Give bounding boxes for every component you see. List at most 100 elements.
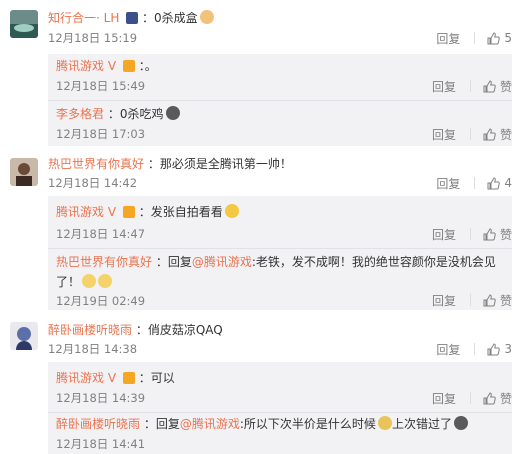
thumbs-up-icon: [487, 31, 501, 44]
like-count: 3: [504, 342, 512, 356]
vip-badge-icon: [122, 372, 135, 384]
reply-text: 。: [144, 59, 157, 73]
comment-author[interactable]: 热巴世界有你真好: [48, 157, 144, 171]
reply-time: 12月18日 17:03: [56, 127, 146, 141]
comment-text: 俏皮菇凉QAQ: [147, 323, 223, 337]
reply-author[interactable]: 腾讯游戏: [56, 371, 104, 385]
emoji-icon: [82, 274, 97, 288]
divider: [48, 412, 512, 413]
divider: [469, 80, 471, 92]
verified-v-icon: V: [107, 59, 117, 73]
divider: [48, 100, 512, 101]
comment-time: 12月18日 15:19: [48, 31, 138, 45]
like-button[interactable]: 3: [487, 342, 512, 356]
thumbs-up-icon: [483, 79, 496, 92]
comment-text: 0杀成盒: [154, 11, 198, 25]
reply-text-continued: 上次错过了: [391, 417, 452, 431]
divider: [469, 228, 471, 240]
thumbs-up-icon: [483, 293, 496, 306]
reply-prefix: 回复: [155, 417, 180, 431]
reply-author[interactable]: 醉卧画楼听晓雨: [56, 417, 140, 431]
emoji-icon: [199, 10, 214, 24]
reply-author[interactable]: 李多格君: [56, 107, 104, 121]
member-badge-icon: [126, 12, 139, 24]
avatar[interactable]: [10, 322, 38, 350]
comment-3: 醉卧画楼听晓雨 ：俏皮菇凉QAQ 12月18日 14:38 回复 3 腾讯游戏 …: [0, 318, 520, 454]
thumbs-up-icon: [487, 342, 501, 355]
like-count: 5: [504, 31, 512, 45]
mention-link[interactable]: @腾讯游戏: [180, 417, 240, 431]
reply-list: 腾讯游戏 V ：。 12月18日 15:49 回复 赞 李多格君 ：0杀吃鸡 1…: [48, 54, 512, 146]
colon: ：: [107, 107, 120, 121]
emoji-icon: [224, 204, 239, 218]
reply-time: 12月18日 15:49: [56, 79, 146, 93]
like-button[interactable]: 5: [487, 31, 512, 45]
like-button[interactable]: 赞: [483, 292, 512, 309]
reply-text: 0杀吃鸡: [119, 107, 164, 121]
like-button[interactable]: 赞: [483, 226, 512, 243]
comment-1: 知行合一· LH ：0杀成盒 12月18日 15:19 回复 5 腾讯游戏 V …: [0, 0, 520, 146]
reply-text: 发张自拍看看: [150, 205, 223, 219]
reply-list: 腾讯游戏 V ：发张自拍看看 12月18日 14:47 回复 赞 热巴世界有你真…: [48, 196, 512, 310]
vip-badge-icon: [122, 206, 135, 218]
colon: ：: [142, 11, 155, 25]
like-button[interactable]: 赞: [483, 78, 512, 95]
emoji-icon: [377, 416, 392, 430]
reply-text: :所以下次半价是什么时候: [239, 417, 376, 431]
like-button[interactable]: 赞: [483, 390, 512, 407]
emoji-icon: [165, 106, 180, 120]
reply-text-continued: 了！: [56, 275, 81, 289]
comment-author[interactable]: 知行合一· LH: [48, 11, 119, 25]
vip-badge-icon: [122, 60, 135, 72]
reply-button[interactable]: 回复: [436, 341, 460, 358]
reply-button[interactable]: 回复: [436, 30, 460, 47]
reply-time: 12月19日 02:49: [56, 294, 146, 308]
thumbs-up-icon: [487, 176, 501, 189]
reply-button[interactable]: 回复: [432, 292, 456, 309]
colon: ：: [138, 371, 151, 385]
avatar[interactable]: [10, 10, 38, 38]
reply-time: 12月18日 14:41: [56, 437, 146, 451]
reply-author[interactable]: 腾讯游戏: [56, 59, 104, 73]
reply-prefix: 回复: [167, 255, 192, 269]
reply-button[interactable]: 回复: [432, 226, 456, 243]
divider: [474, 343, 476, 355]
reply-author[interactable]: 热巴世界有你真好: [56, 255, 152, 269]
avatar[interactable]: [10, 158, 38, 186]
thumbs-up-icon: [483, 391, 496, 404]
divider: [474, 32, 476, 44]
thumbs-up-icon: [483, 227, 496, 240]
reply-text: :老铁，发不成啊！我的绝世容颜你是没机会见: [251, 255, 496, 269]
comment-time: 12月18日 14:42: [48, 176, 138, 190]
colon: ：: [143, 417, 156, 431]
reply-button[interactable]: 回复: [436, 175, 460, 192]
divider: [469, 294, 471, 306]
like-button[interactable]: 4: [487, 176, 512, 190]
thumbs-up-icon: [483, 127, 496, 140]
colon: ：: [147, 157, 160, 171]
like-label: 赞: [499, 391, 512, 406]
colon: ：: [135, 323, 148, 337]
colon: ：: [138, 205, 151, 219]
mention-link[interactable]: @腾讯游戏: [192, 255, 252, 269]
reply-text: 可以: [150, 371, 175, 385]
like-label: 赞: [499, 79, 512, 94]
verified-v-icon: V: [107, 205, 117, 219]
comment-2: 热巴世界有你真好 ：那必须是全腾讯第一帅！ 12月18日 14:42 回复 4 …: [0, 152, 520, 312]
colon: ：: [155, 255, 168, 269]
like-count: 4: [504, 176, 512, 190]
reply-author[interactable]: 腾讯游戏: [56, 205, 104, 219]
emoji-icon: [453, 416, 468, 430]
like-label: 赞: [499, 293, 512, 308]
reply-button[interactable]: 回复: [432, 390, 456, 407]
divider: [474, 177, 476, 189]
reply-button[interactable]: 回复: [432, 126, 456, 143]
comment-author[interactable]: 醉卧画楼听晓雨: [48, 323, 132, 337]
like-button[interactable]: 赞: [483, 126, 512, 143]
reply-time: 12月18日 14:39: [56, 391, 146, 405]
reply-list: 腾讯游戏 V ：可以 12月18日 14:39 回复 赞 醉卧画楼听晓雨 ：回复…: [48, 362, 512, 454]
comment-time: 12月18日 14:38: [48, 342, 138, 356]
reply-button[interactable]: 回复: [432, 78, 456, 95]
divider: [48, 248, 512, 249]
divider: [469, 392, 471, 404]
